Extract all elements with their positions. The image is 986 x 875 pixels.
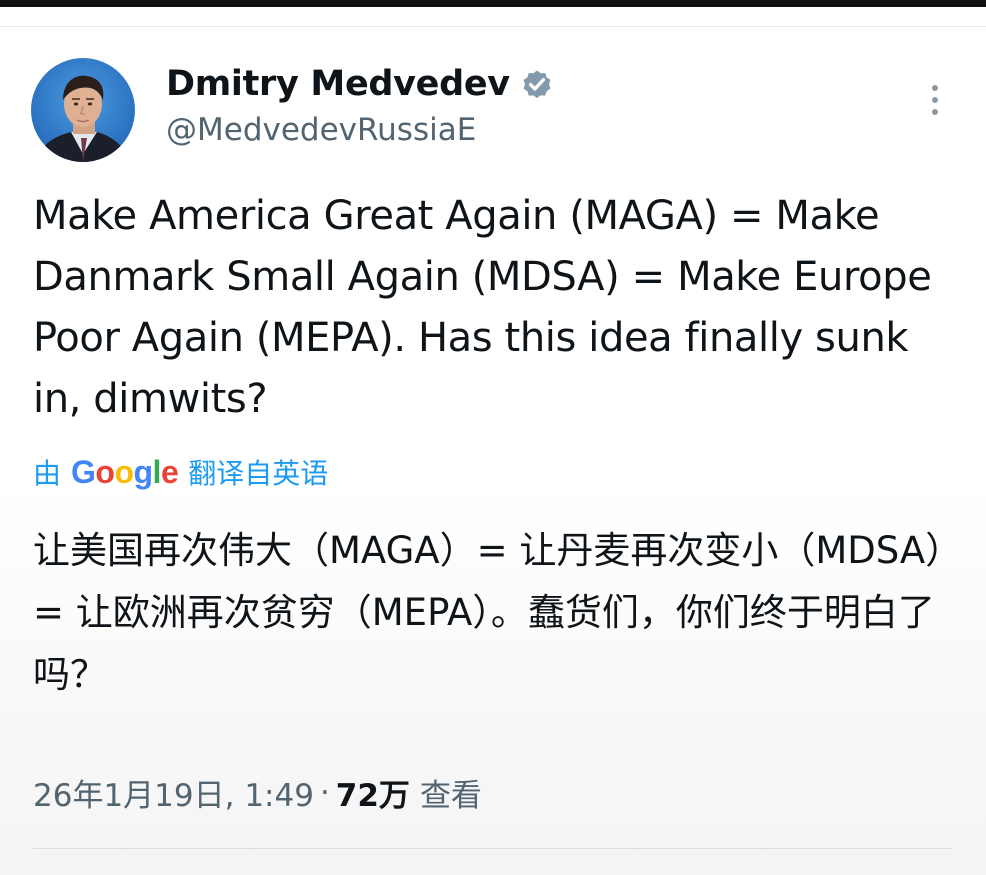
translated-post-text: 让美国再次伟大（MAGA）= 让丹麦再次变小（MDSA）= 让欧洲再次贫穷（ME…: [33, 529, 963, 696]
bottom-divider: [33, 848, 953, 849]
author-name-text: Dmitry Medvedev: [166, 64, 510, 104]
post-meta: 26年1月19日, 1:49 · 72万 查看: [33, 770, 482, 815]
translation-attribution[interactable]: 由 Google 翻译自英语: [33, 452, 328, 492]
tweet-screen: Dmitry Medvedev @MedvedevRussiaE Make Am…: [0, 0, 986, 875]
avatar[interactable]: [31, 58, 135, 162]
author-name[interactable]: Dmitry Medvedev: [166, 64, 554, 104]
top-edge-bar: [0, 0, 986, 7]
avatar-photo: [31, 58, 135, 162]
author-handle[interactable]: @MedvedevRussiaE: [166, 112, 476, 148]
meta-separator: ·: [319, 774, 330, 811]
translation-prefix: 由: [33, 457, 62, 490]
post-text: Make America Great Again (MAGA) = Make D…: [33, 193, 932, 422]
views-label[interactable]: 查看: [420, 770, 482, 815]
top-divider: [0, 26, 986, 27]
verified-badge-icon: [520, 67, 554, 101]
views-count: 72万: [335, 778, 410, 814]
more-vertical-icon[interactable]: [924, 82, 946, 122]
google-logo: Google: [71, 453, 179, 490]
translation-suffix: 翻译自英语: [188, 457, 329, 490]
post-datetime[interactable]: 26年1月19日, 1:49: [33, 770, 314, 815]
